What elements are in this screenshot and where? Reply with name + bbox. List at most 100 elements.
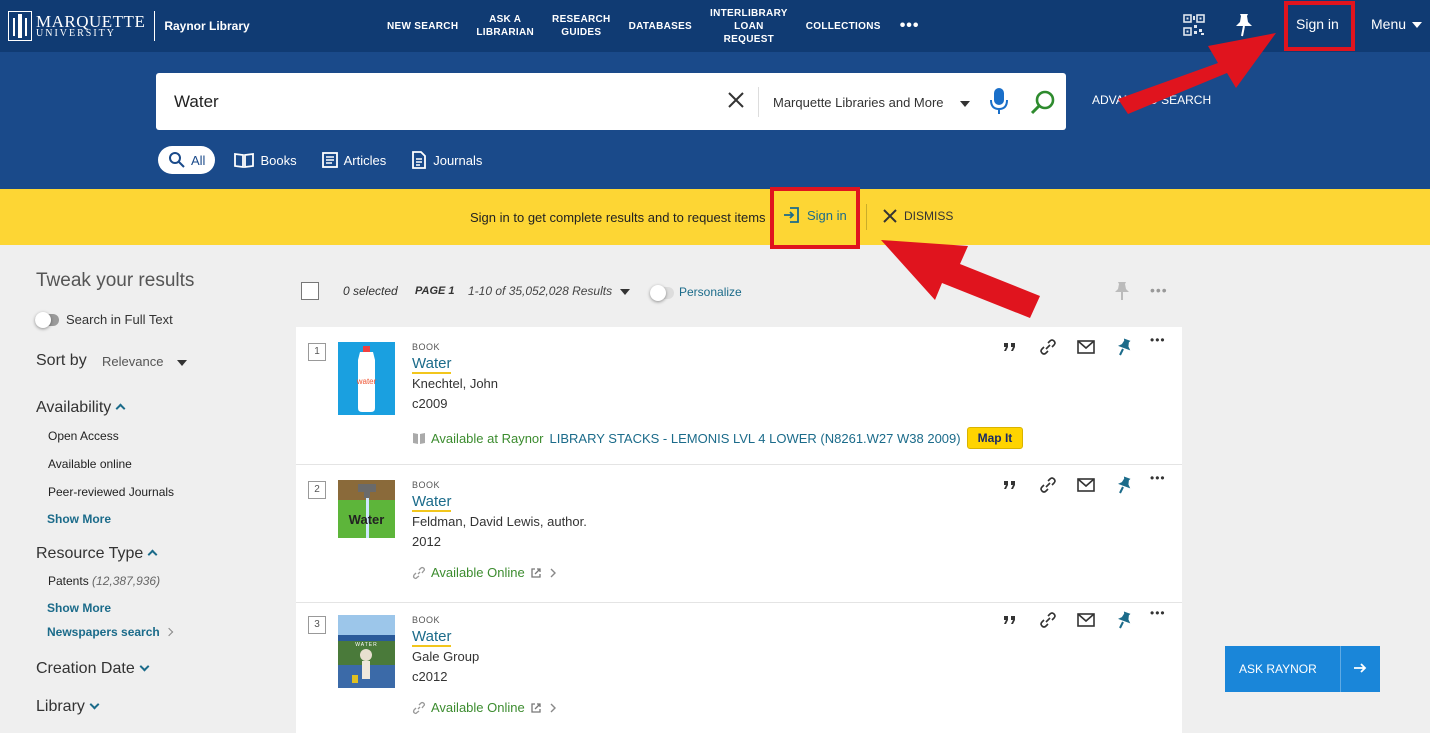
clear-icon[interactable]: [726, 90, 746, 110]
facet-item-open-access[interactable]: Open Access: [48, 429, 119, 443]
result-number: 2: [308, 481, 326, 499]
results-count-select[interactable]: 1-10 of 35,052,028 Results: [468, 284, 631, 298]
nav-more-button[interactable]: •••: [890, 17, 930, 35]
arrow-right-icon: [1354, 663, 1367, 673]
chevron-down-icon: [959, 100, 970, 107]
chevron-down-icon: [177, 359, 188, 366]
email-icon[interactable]: [1076, 337, 1096, 357]
dismiss-button[interactable]: DISMISS: [882, 208, 953, 224]
top-navigation-bar: MARQUETTE UNIVERSITY Raynor Library NEW …: [0, 0, 1430, 52]
search-divider: [758, 87, 759, 117]
chevron-down-icon: [139, 661, 150, 672]
facet-creation-date[interactable]: Creation Date: [36, 660, 150, 678]
result-item[interactable]: 2 Water BOOK Water Feldman, David Lewis,…: [296, 465, 1182, 603]
more-actions-icon[interactable]: •••: [1150, 333, 1170, 353]
availability-line[interactable]: Available Online: [412, 565, 558, 580]
nav-new-search[interactable]: NEW SEARCH: [378, 20, 467, 33]
result-title[interactable]: Water: [412, 493, 452, 512]
qr-code-icon[interactable]: [1182, 13, 1206, 37]
menu-button[interactable]: Menu: [1371, 16, 1423, 32]
annotation-box-top-sign-in: [1284, 1, 1355, 51]
pin-icon[interactable]: [1114, 475, 1134, 495]
resource-type-show-more[interactable]: Show More: [47, 601, 111, 615]
citation-icon[interactable]: [1000, 337, 1020, 357]
tab-journals[interactable]: Journals: [410, 151, 482, 169]
result-type: BOOK: [412, 342, 441, 352]
facet-library[interactable]: Library: [36, 698, 100, 716]
facet-item-patents[interactable]: Patents (12,387,936): [48, 574, 160, 588]
tab-books-label: Books: [260, 152, 297, 168]
email-icon[interactable]: [1076, 610, 1096, 630]
link-icon[interactable]: [1038, 337, 1058, 357]
citation-icon[interactable]: [1000, 610, 1020, 630]
pin-icon[interactable]: [1233, 12, 1255, 38]
toolbar-more-icon[interactable]: •••: [1150, 282, 1168, 298]
select-all-checkbox[interactable]: [301, 282, 319, 300]
sidebar-title: Tweak your results: [36, 270, 195, 291]
chevron-down-icon: [620, 288, 631, 295]
link-icon: [412, 701, 426, 714]
nav-databases[interactable]: DATABASES: [620, 20, 701, 33]
microphone-icon[interactable]: [988, 86, 1010, 116]
link-icon[interactable]: [1038, 475, 1058, 495]
more-actions-icon[interactable]: •••: [1150, 471, 1170, 491]
search-box: Water Marquette Libraries and More: [156, 73, 1066, 130]
search-band: Water Marquette Libraries and More ADVAN…: [0, 52, 1430, 189]
full-text-label: Search in Full Text: [66, 312, 173, 327]
availability-line[interactable]: Available at Raynor LIBRARY STACKS - LEM…: [412, 427, 1024, 449]
sort-select[interactable]: Relevance: [102, 354, 188, 369]
book-icon: [234, 152, 255, 169]
facet-item-peer-reviewed[interactable]: Peer-reviewed Journals: [48, 485, 174, 499]
email-icon[interactable]: [1076, 475, 1096, 495]
map-it-button[interactable]: Map It: [966, 427, 1024, 449]
nav-collections[interactable]: COLLECTIONS: [797, 20, 890, 33]
availability-location: LIBRARY STACKS - LEMONIS LVL 4 LOWER (N8…: [549, 430, 961, 446]
citation-icon[interactable]: [1000, 475, 1020, 495]
result-actions: •••: [1000, 333, 1170, 357]
facet-creation-date-label: Creation Date: [36, 660, 135, 677]
nav-interlibrary-loan[interactable]: INTERLIBRARY LOAN REQUEST: [701, 7, 797, 46]
facet-availability[interactable]: Availability: [36, 399, 126, 417]
personalize-toggle[interactable]: [650, 285, 674, 301]
search-input[interactable]: Water: [174, 92, 219, 112]
marquette-logo[interactable]: MARQUETTE UNIVERSITY Raynor Library: [8, 10, 250, 42]
page-indicator: PAGE 1: [415, 285, 455, 297]
nav-research-guides[interactable]: RESEARCH GUIDES: [543, 13, 620, 39]
chevron-down-icon: [89, 699, 100, 710]
tab-books[interactable]: Books: [233, 151, 297, 169]
pin-icon[interactable]: [1114, 610, 1134, 630]
result-item[interactable]: 3 WATER BOOK Water Gale Group c2012 Avai…: [296, 600, 1182, 733]
availability-line[interactable]: Available Online: [412, 700, 558, 715]
facet-resource-type[interactable]: Resource Type: [36, 545, 158, 563]
newspapers-search-link[interactable]: Newspapers search: [47, 625, 173, 639]
book-cover[interactable]: WATER: [338, 615, 395, 688]
selected-count: 0 selected: [343, 284, 398, 298]
full-text-toggle[interactable]: [35, 312, 59, 328]
crest-icon: [8, 11, 32, 41]
book-cover[interactable]: water: [338, 342, 395, 415]
tab-all[interactable]: All: [158, 146, 216, 174]
availability-show-more[interactable]: Show More: [47, 512, 111, 526]
search-scope-label: Marquette Libraries and More: [773, 95, 944, 110]
ask-raynor-button[interactable]: ASK RAYNOR: [1225, 646, 1380, 692]
cover-title: water: [356, 377, 377, 386]
facet-item-available-online[interactable]: Available online: [48, 457, 132, 471]
pin-icon[interactable]: [1114, 337, 1134, 357]
tab-articles[interactable]: Articles: [321, 151, 387, 169]
result-item[interactable]: 1 water BOOK Water Knechtel, John c2009 …: [296, 327, 1182, 465]
personalize-label[interactable]: Personalize: [679, 285, 742, 299]
result-type: BOOK: [412, 480, 441, 490]
chevron-right-icon: [550, 703, 556, 712]
result-title[interactable]: Water: [412, 355, 452, 374]
tab-articles-label: Articles: [343, 152, 387, 168]
sign-in-banner: Sign in to get complete results and to r…: [0, 189, 1430, 245]
nav-ask-a-librarian[interactable]: ASK A LIBRARIAN: [467, 13, 543, 39]
result-title[interactable]: Water: [412, 628, 452, 647]
search-scope-select[interactable]: Marquette Libraries and More: [773, 95, 970, 110]
link-icon[interactable]: [1038, 610, 1058, 630]
search-icon[interactable]: [1030, 89, 1056, 115]
book-cover[interactable]: Water: [338, 480, 395, 553]
pin-icon[interactable]: [1114, 281, 1130, 301]
advanced-search-link[interactable]: ADVANCED SEARCH: [1092, 93, 1211, 107]
more-actions-icon[interactable]: •••: [1150, 606, 1170, 626]
